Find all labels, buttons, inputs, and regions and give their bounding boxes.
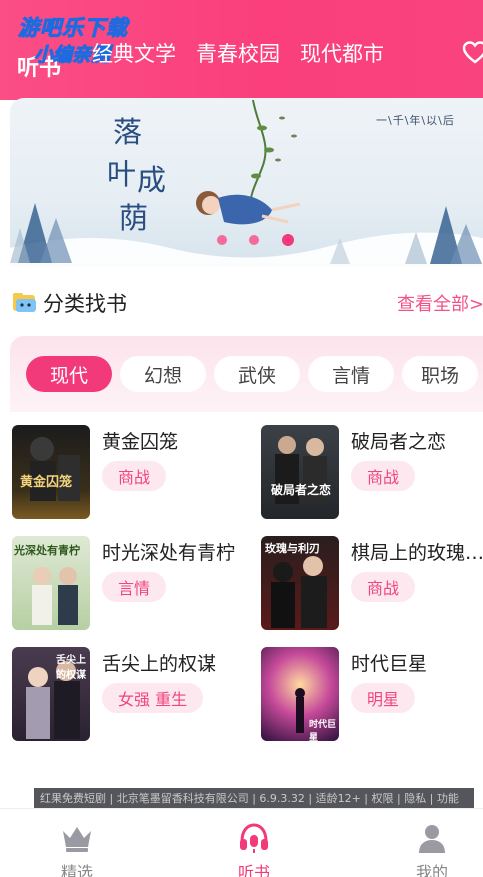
book-title: 破局者之恋: [351, 431, 447, 453]
banner-title-char: 荫: [119, 201, 149, 235]
category-romance[interactable]: 言情: [308, 356, 394, 392]
cover-title: 黄金囚笼: [20, 475, 73, 490]
book-item[interactable]: 破局者之恋 破局者之恋 商战: [261, 425, 483, 521]
book-tag: 商战: [102, 461, 167, 491]
book-item[interactable]: 黄金囚笼 黄金囚笼 商战: [12, 425, 242, 521]
nav-profile[interactable]: 我的: [392, 819, 472, 877]
banner-title-char: 成: [137, 163, 167, 197]
view-all-link[interactable]: 查看全部>: [397, 290, 483, 316]
banner-title-char: 叶: [107, 157, 137, 191]
nav-featured[interactable]: 精选: [37, 819, 117, 877]
book-item[interactable]: 舌尖上的权谋 舌尖上的权谋 女强 重生: [12, 647, 242, 743]
book-cover: 舌尖上的权谋: [12, 647, 90, 741]
book-item[interactable]: 光深处有青柠 时光深处有青柠 言情: [12, 536, 242, 632]
book-cover: 光深处有青柠: [12, 536, 90, 630]
category-fantasy[interactable]: 幻想: [120, 356, 206, 392]
app-info-strip: 红果免费短剧 | 北京笔墨留香科技有限公司 | 6.9.3.32 | 适龄12+…: [34, 788, 474, 810]
folder-icon: [13, 293, 36, 312]
book-item[interactable]: 时代巨星 时代巨星 明星: [261, 647, 483, 743]
book-title: 舌尖上的权谋: [102, 653, 217, 675]
book-title: 时光深处有青柠: [102, 542, 236, 564]
nav-label: 我的: [415, 863, 448, 877]
book-cover: 时代巨星: [261, 647, 339, 741]
book-tag: 言情: [102, 572, 167, 602]
book-item[interactable]: 玫瑰与利刃 棋局上的玫瑰… 商战: [261, 536, 483, 632]
nav-audiobooks[interactable]: 听书: [214, 819, 294, 877]
promo-banner[interactable]: 落 叶 成 荫 一\千\年\以\后: [10, 98, 483, 266]
book-tag: 明星: [351, 683, 416, 713]
book-tag: 女强 重生: [102, 683, 204, 713]
book-tag: 商战: [351, 461, 416, 491]
book-title: 时代巨星: [351, 653, 428, 675]
category-pills: 现代 幻想 武侠 言情 职场: [26, 356, 478, 392]
nav-label: 精选: [60, 863, 93, 877]
book-cover: 黄金囚笼: [12, 425, 90, 519]
nav-label: 听书: [237, 863, 270, 877]
category-section-header: 分类找书 查看全部>: [0, 266, 483, 336]
cover-title: 玫瑰与利刃: [265, 542, 320, 555]
section-title: 分类找书: [43, 292, 127, 316]
book-cover: 玫瑰与利刃: [261, 536, 339, 630]
tab-modern-city[interactable]: 现代都市: [300, 38, 384, 68]
category-martial-arts[interactable]: 武侠: [214, 356, 300, 392]
banner-title-char: 落: [113, 115, 143, 149]
bottom-nav: 精选 听书 我的: [0, 808, 483, 877]
heart-icon[interactable]: [462, 40, 483, 66]
cover-title: 舌尖上的权谋: [56, 655, 86, 681]
banner-subtitle: 一\千\年\以\后: [376, 114, 455, 127]
category-modern[interactable]: 现代: [26, 356, 112, 392]
category-workplace[interactable]: 职场: [402, 356, 478, 392]
cover-title: 破局者之恋: [271, 483, 332, 497]
cover-title: 光深处有青柠: [14, 544, 80, 557]
tab-youth-campus[interactable]: 青春校园: [196, 38, 280, 68]
crown-icon: [63, 827, 91, 852]
cover-title: 时代巨星: [309, 720, 337, 741]
top-header: 听书 游吧乐下载 小编亲测 经典文学 青春校园 现代都市: [0, 0, 483, 100]
profile-icon: [419, 825, 445, 853]
headphones-icon: [240, 823, 268, 853]
book-title: 棋局上的玫瑰…: [351, 542, 483, 564]
book-title: 黄金囚笼: [102, 431, 179, 453]
book-tag: 商战: [351, 572, 416, 602]
book-cover: 破局者之恋: [261, 425, 339, 519]
top-tab-bar: 经典文学 青春校园 现代都市: [92, 38, 384, 68]
tab-classic-literature[interactable]: 经典文学: [92, 38, 176, 68]
